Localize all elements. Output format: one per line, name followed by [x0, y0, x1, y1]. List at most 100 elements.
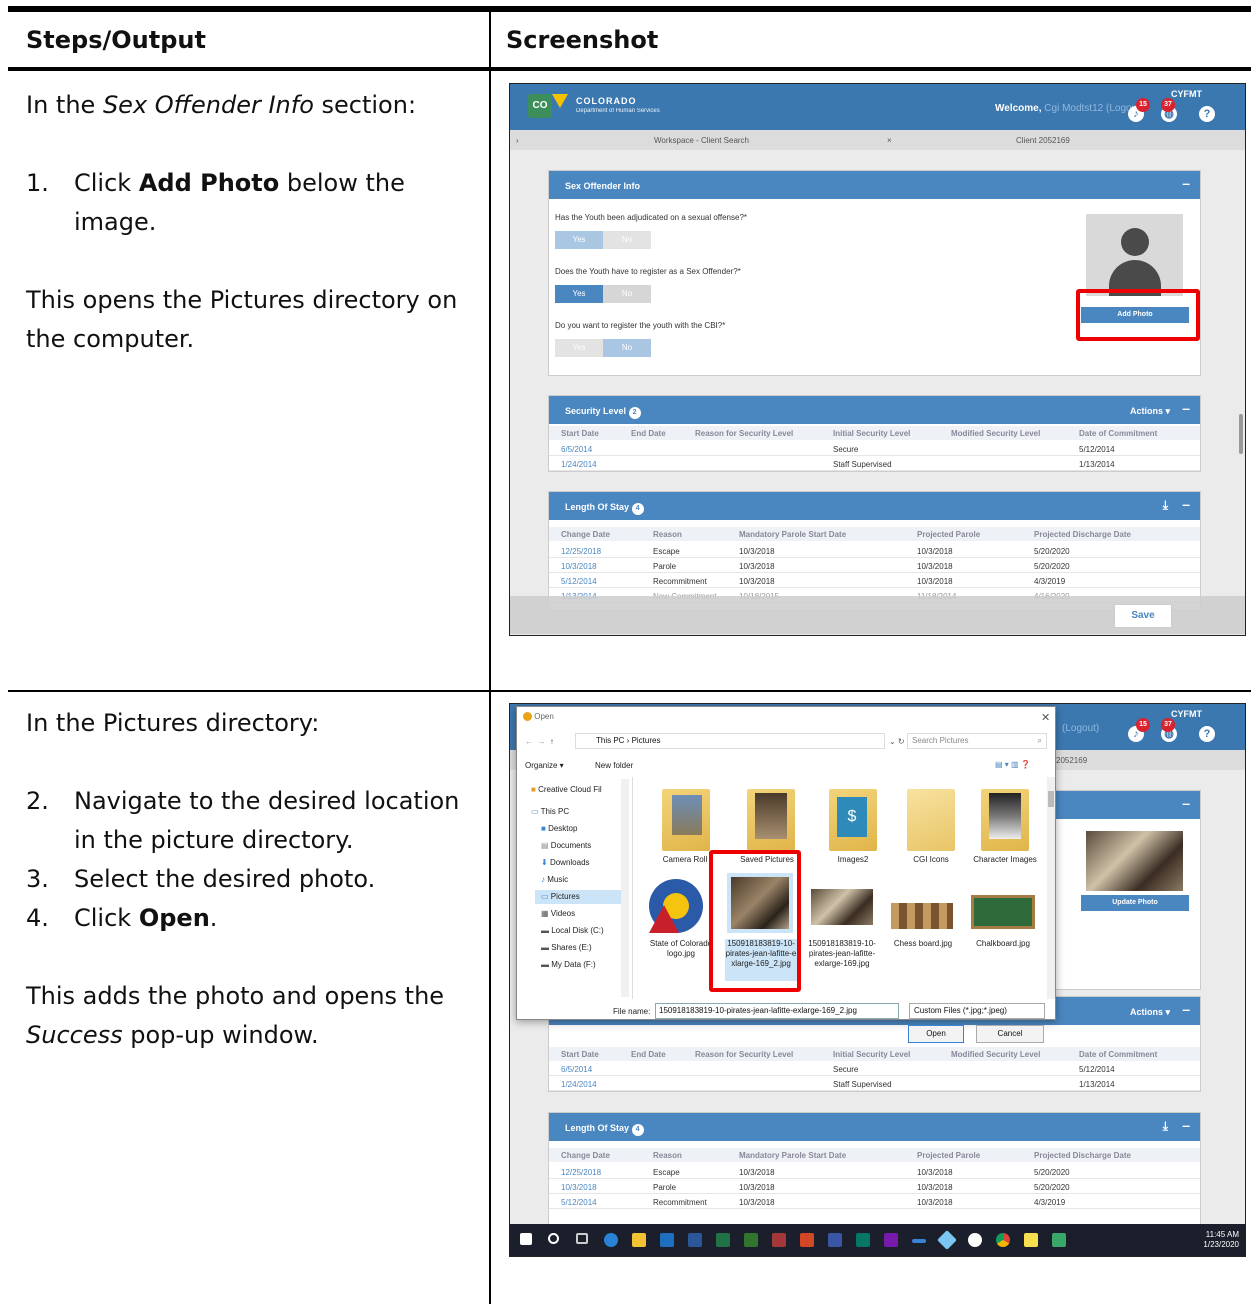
search-taskbar-icon[interactable]: [548, 1233, 559, 1244]
nav-my-data[interactable]: ▬ My Data (F:): [541, 960, 596, 969]
edge-icon[interactable]: [604, 1233, 618, 1247]
download-icon[interactable]: ⤓: [1163, 498, 1168, 513]
nav-music[interactable]: ♪ Music: [541, 875, 568, 884]
cancel-button[interactable]: Cancel: [976, 1025, 1044, 1043]
onenote-icon[interactable]: [884, 1233, 898, 1247]
table-row[interactable]: 5/12/2014 Recommitment 10/3/2018 10/3/2018 4…: [549, 574, 1200, 588]
user-link[interactable]: Cgi Modtst12: [1044, 103, 1103, 114]
new-folder-button[interactable]: New folder: [595, 761, 633, 770]
nav-documents[interactable]: ▤ Documents: [541, 841, 591, 850]
table-row[interactable]: 10/3/2018 Parole 10/3/2018 10/3/2018 5/20/20…: [549, 559, 1200, 573]
sticky-notes-icon[interactable]: [1024, 1233, 1038, 1247]
photo-thumbnail[interactable]: [811, 889, 873, 925]
table-row[interactable]: 12/25/2018 Escape 10/3/2018 10/3/2018 5/20/2…: [549, 1165, 1200, 1179]
folder-cgi-icons-icon[interactable]: [907, 789, 955, 851]
word-icon[interactable]: [688, 1233, 702, 1247]
help-icon[interactable]: ?: [1199, 106, 1215, 122]
chess-board-label[interactable]: Chess board.jpg: [885, 939, 961, 949]
tab-expand-icon[interactable]: ›: [516, 136, 519, 145]
update-photo-button[interactable]: Update Photo: [1081, 895, 1189, 911]
tab-client[interactable]: 2052169: [1056, 756, 1087, 765]
refresh-icon[interactable]: ⌄ ↻: [889, 737, 905, 746]
address-bar[interactable]: This PC › Pictures: [575, 733, 885, 749]
folder-character-images-label[interactable]: Character Images: [967, 855, 1043, 865]
powerpoint-icon[interactable]: [800, 1233, 814, 1247]
security-actions[interactable]: Actions ▾: [1130, 1007, 1170, 1018]
excel-icon[interactable]: [716, 1233, 730, 1247]
view-icons[interactable]: ▤ ▾ ▥ ❓: [995, 760, 1031, 769]
length-of-stay-card: Length Of Stay 4 ⤓ – Change Date Reason Ma…: [548, 491, 1201, 611]
content-scrollbar[interactable]: [1047, 777, 1055, 999]
table-row[interactable]: 6/5/2014 Secure 5/12/2014: [549, 1062, 1200, 1076]
save-button[interactable]: Save: [1114, 604, 1172, 628]
nav-local-disk[interactable]: ▬ Local Disk (C:): [541, 926, 604, 935]
nav-videos[interactable]: ▦ Videos: [541, 909, 575, 918]
toggle-register[interactable]: Yes No: [555, 285, 651, 303]
file-explorer-icon[interactable]: [632, 1233, 646, 1247]
security-actions[interactable]: Actions ▾: [1130, 406, 1170, 417]
nav-pictures[interactable]: ▭ Pictures: [535, 890, 627, 904]
nav-downloads[interactable]: ⬇ Downloads: [541, 858, 590, 867]
file-name-field[interactable]: 150918183819-10-pirates-jean-lafitte-exl…: [655, 1003, 899, 1019]
stay-count: 4: [631, 1124, 644, 1136]
colorado-logo-thumbnail[interactable]: [649, 879, 709, 933]
organize-menu[interactable]: Organize ▾: [525, 761, 564, 770]
network-icon[interactable]: [1052, 1233, 1066, 1247]
table-row[interactable]: 1/24/2014 Staff Supervised 1/13/2014: [549, 1077, 1200, 1091]
scrollbar[interactable]: [1239, 414, 1243, 454]
table-row[interactable]: 12/25/2018 Escape 10/3/2018 10/3/2018 5/20/2…: [549, 544, 1200, 558]
tab-workspace[interactable]: Workspace - Client Search: [654, 136, 749, 145]
help-icon[interactable]: ?: [1199, 726, 1215, 742]
minus-icon[interactable]: [912, 1239, 926, 1243]
collapse-icon[interactable]: –: [1182, 175, 1190, 191]
table-row[interactable]: 10/3/2018 Parole 10/3/2018 10/3/2018 5/20/20…: [549, 1180, 1200, 1194]
task-view-icon[interactable]: [576, 1233, 588, 1244]
table-row[interactable]: 1/24/2014 Staff Supervised 1/13/2014: [549, 457, 1200, 471]
nav-scrollbar[interactable]: [621, 779, 629, 997]
security-collapse-icon[interactable]: –: [1182, 400, 1190, 416]
photo-label[interactable]: 150918183819-10-pirates-jean-lafitte-exl…: [807, 939, 877, 981]
folder-saved-pictures-icon[interactable]: [747, 789, 795, 851]
folder-images2-icon[interactable]: $: [829, 789, 877, 851]
stay-collapse-icon[interactable]: –: [1182, 1117, 1190, 1133]
app-header: CO COLORADO Department of Human Services…: [510, 84, 1245, 130]
chrome-alt-icon[interactable]: [996, 1233, 1010, 1247]
outlook-icon[interactable]: [660, 1233, 674, 1247]
security-collapse-icon[interactable]: –: [1182, 1001, 1190, 1017]
visio-icon[interactable]: [828, 1233, 842, 1247]
collapse-icon[interactable]: –: [1182, 795, 1190, 811]
chalkboard-label[interactable]: Chalkboard.jpg: [965, 939, 1041, 949]
search-input[interactable]: Search Pictures ⌕: [907, 733, 1047, 749]
stay-collapse-icon[interactable]: –: [1182, 496, 1190, 512]
file-type-select[interactable]: Custom Files (*.jpg;*.jpeg): [909, 1003, 1045, 1019]
logout-link[interactable]: (Logout): [1062, 723, 1099, 734]
download-icon[interactable]: ⤓: [1163, 1119, 1168, 1134]
windows-start-icon[interactable]: [520, 1233, 532, 1245]
colorado-logo-label[interactable]: State of Colorado logo.jpg: [645, 939, 717, 959]
folder-cgi-icons-label[interactable]: CGI Icons: [893, 855, 969, 865]
chess-board-thumbnail[interactable]: [891, 903, 953, 929]
nav-this-pc[interactable]: ▭ This PC: [531, 807, 569, 816]
folder-camera-roll-icon[interactable]: [662, 789, 710, 851]
chalkboard-thumbnail[interactable]: [971, 895, 1035, 929]
app-icon[interactable]: [937, 1230, 957, 1250]
tab-client[interactable]: Client 2052169: [1016, 136, 1070, 145]
table-row[interactable]: 6/5/2014 Secure 5/12/2014: [549, 442, 1200, 456]
access-icon[interactable]: [772, 1233, 786, 1247]
nav-desktop[interactable]: ■ Desktop: [541, 824, 577, 833]
project-icon[interactable]: [744, 1233, 758, 1247]
toggle-cbi[interactable]: Yes No: [555, 339, 651, 357]
back-forward-icons[interactable]: ← → ↑: [525, 737, 554, 746]
table-row[interactable]: 5/12/2014 Recommitment 10/3/2018 10/3/2018 4…: [549, 1195, 1200, 1209]
nav-creative-cloud[interactable]: ■ Creative Cloud Fil: [531, 785, 602, 794]
tab-close-icon[interactable]: ×: [887, 136, 892, 145]
nav-shares[interactable]: ▬ Shares (E:): [541, 943, 592, 952]
folder-images2-label[interactable]: Images2: [815, 855, 891, 865]
dialog-close-icon[interactable]: ✕: [1041, 711, 1050, 724]
taskbar-clock[interactable]: 11:45 AM 1/23/2020: [1203, 1230, 1239, 1250]
toggle-adjudicated[interactable]: Yes No: [555, 231, 651, 249]
folder-character-images-icon[interactable]: [981, 789, 1029, 851]
publisher-icon[interactable]: [856, 1233, 870, 1247]
open-button[interactable]: Open: [908, 1025, 964, 1043]
chrome-taskbar-icon[interactable]: [968, 1233, 982, 1247]
